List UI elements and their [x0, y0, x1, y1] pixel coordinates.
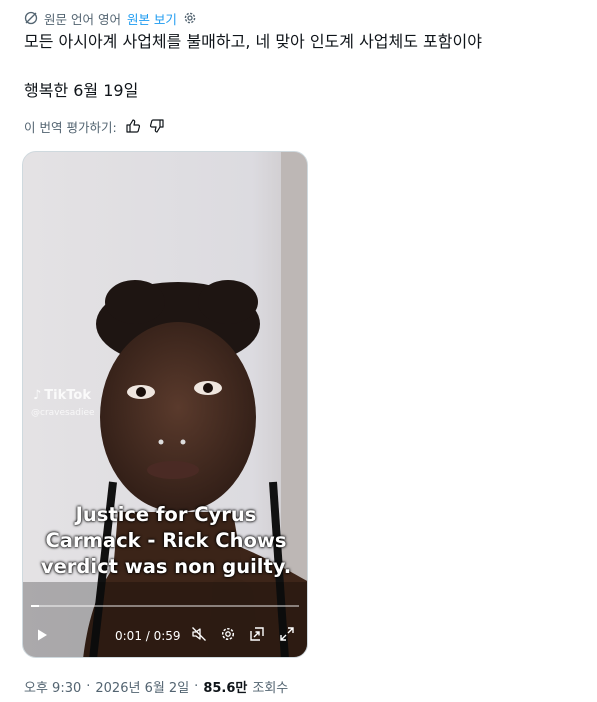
separator: ·: [86, 678, 91, 694]
video-settings-button[interactable]: [220, 622, 236, 650]
video-player[interactable]: ♪ TikTok @cravesadiee Justice for Cyrus …: [22, 151, 308, 658]
video-time-display: 0:01 / 0:59: [115, 629, 181, 643]
tweet-text: 모든 아시아계 사업체를 불매하고, 네 맞아 인도계 사업체도 포함이야: [24, 32, 482, 51]
video-progress-bar[interactable]: [31, 605, 299, 607]
pip-button[interactable]: [249, 622, 265, 650]
tweet-date-line: 행복한 6월 19일: [24, 81, 139, 100]
separator: ·: [194, 678, 199, 694]
translation-source-label: 원문 언어 영어: [44, 11, 121, 27]
caption-line: Justice for Cyrus: [75, 503, 257, 526]
rate-translation-label: 이 번역 평가하기:: [24, 119, 117, 135]
tweet-time[interactable]: 오후 9:30: [24, 677, 81, 696]
play-button[interactable]: [35, 622, 49, 650]
caption-line: verdict was non guilty.: [40, 555, 292, 578]
show-original-link[interactable]: 원본 보기: [127, 9, 177, 28]
video-frame: [23, 152, 307, 657]
mute-button[interactable]: [191, 622, 207, 650]
tweet-date[interactable]: 2026년 6월 2일: [95, 677, 189, 696]
gear-icon[interactable]: [183, 11, 197, 25]
muted-speaker-icon: [191, 626, 207, 646]
translate-off-icon: [24, 11, 38, 25]
tweet-footer: 오후 9:30 · 2026년 6월 2일 · 85.6만 조회수: [24, 676, 288, 696]
video-progress-fill: [31, 605, 40, 607]
tiktok-username: @cravesadiee: [31, 408, 95, 418]
picture-in-picture-icon: [249, 626, 265, 646]
view-count: 85.6만: [203, 680, 248, 696]
view-count-label: 조회수: [252, 680, 289, 696]
fullscreen-icon: [279, 626, 295, 646]
thumbs-up-icon[interactable]: [125, 118, 141, 134]
video-controls: 0:01 / 0:59: [23, 622, 307, 650]
caption-line: Carmack - Rick Chows: [45, 529, 287, 552]
video-caption: Justice for Cyrus Carmack - Rick Chows v…: [23, 502, 307, 580]
fullscreen-button[interactable]: [279, 622, 295, 650]
rate-translation-row: 이 번역 평가하기:: [24, 116, 165, 136]
gear-icon: [220, 626, 236, 646]
tiktok-logo-icon: ♪: [33, 388, 42, 403]
tiktok-watermark: ♪ TikTok: [33, 388, 91, 403]
play-icon: [35, 627, 49, 646]
thumbs-down-icon[interactable]: [149, 118, 165, 134]
tiktok-watermark-text: TikTok: [44, 388, 91, 403]
translation-row: 원문 언어 영어 원본 보기: [24, 8, 197, 28]
